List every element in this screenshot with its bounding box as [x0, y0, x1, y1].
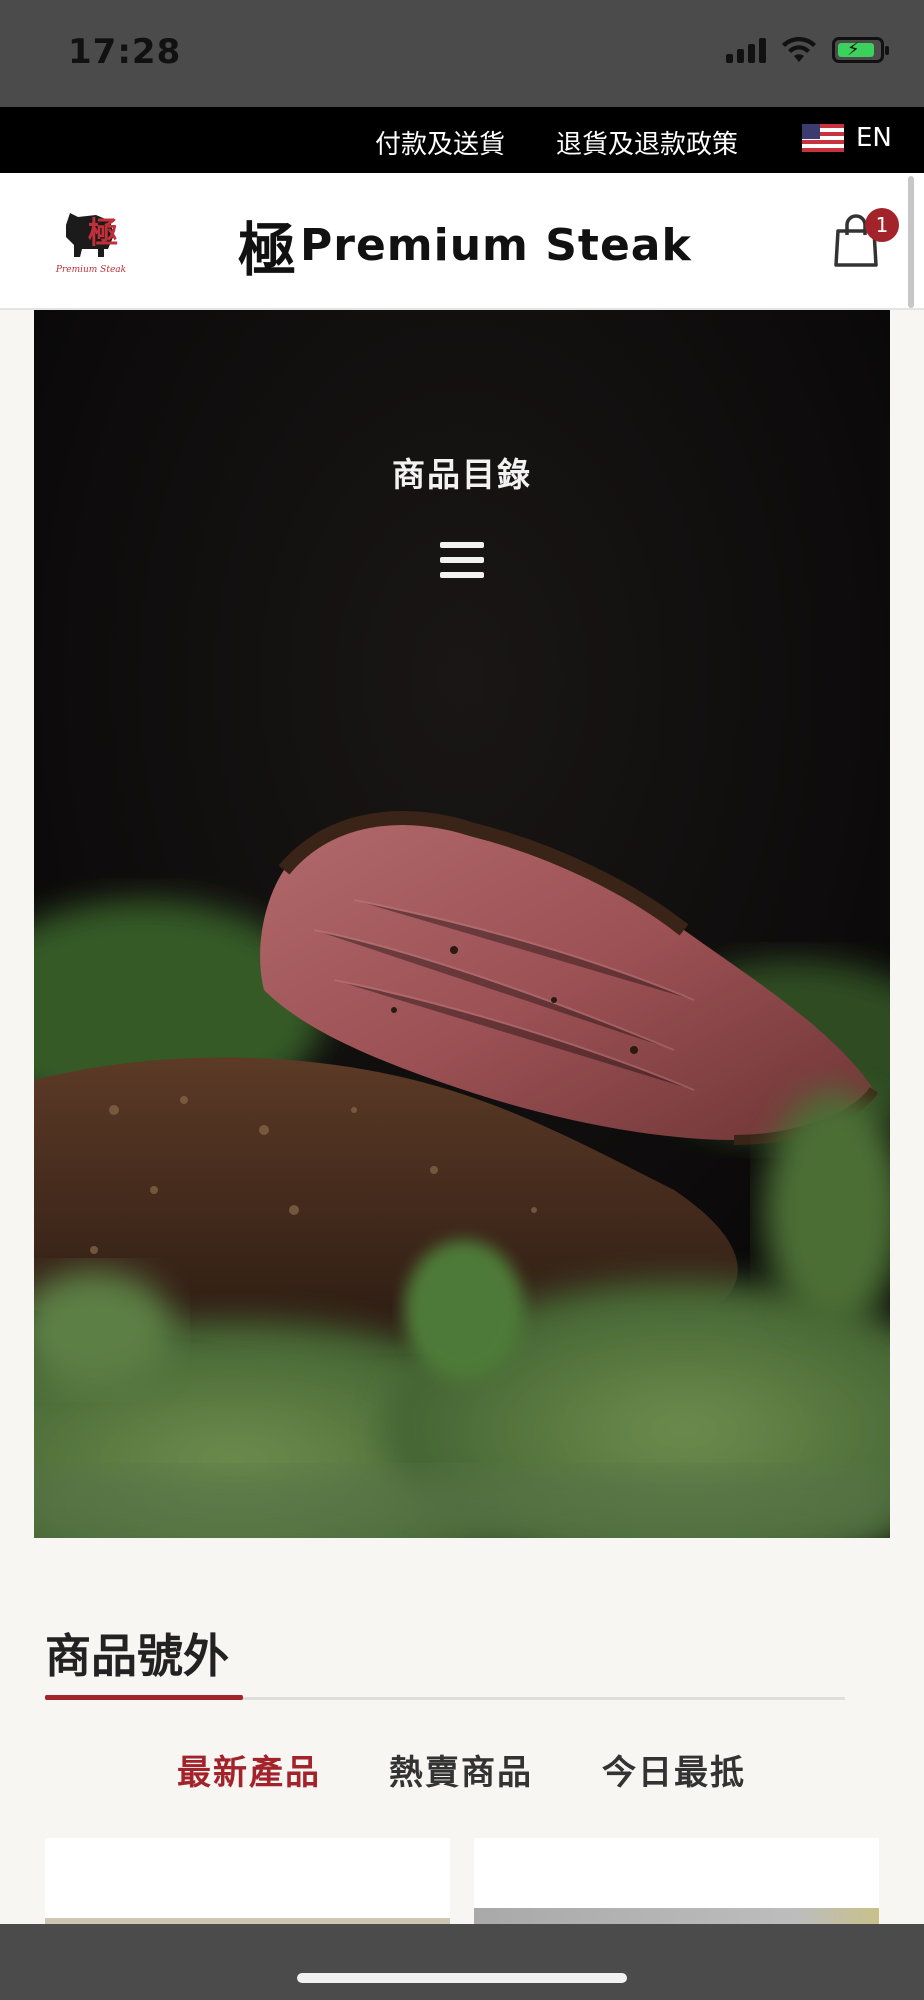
cart-count-badge: 1 [865, 208, 899, 242]
returns-policy-link[interactable]: 退貨及退款政策 [556, 124, 738, 161]
home-indicator-bar [0, 1924, 924, 2000]
brand-text: Premium Steak [300, 219, 692, 271]
language-switcher[interactable]: EN [802, 123, 892, 153]
status-time: 17:28 [68, 32, 182, 72]
top-links-bar: 付款及送貨 退貨及退款政策 EN [0, 107, 924, 173]
tab-daily-deals[interactable]: 今日最抵 [602, 1745, 746, 1794]
tab-hot-products[interactable]: 熱賣商品 [389, 1745, 533, 1794]
svg-text:Premium Steak: Premium Steak [55, 265, 126, 275]
payment-shipping-link[interactable]: 付款及送貨 [375, 124, 505, 161]
wifi-icon [782, 36, 816, 62]
cellular-signal-icon [726, 37, 766, 63]
battery-charging-icon: ⚡ [832, 37, 889, 63]
logo-icon[interactable]: 極 Premium Steak [48, 195, 134, 275]
home-indicator[interactable] [297, 1973, 627, 1983]
section-divider-accent [45, 1695, 243, 1700]
language-label: EN [856, 123, 892, 153]
status-bar: 17:28 ⚡ [0, 0, 924, 107]
tab-latest-products[interactable]: 最新產品 [177, 1745, 321, 1794]
page-scrollbar[interactable] [908, 176, 914, 308]
catalog-title: 商品目錄 [392, 455, 532, 494]
site-header: 極 Premium Steak 極 Premium Steak [0, 173, 924, 310]
product-tabs: 最新產品 熱賣商品 今日最抵 [0, 1745, 924, 1795]
brand-wordmark[interactable]: 極 Premium Steak [238, 203, 692, 287]
status-icons: ⚡ [726, 36, 889, 64]
brand-kanji: 極 [238, 216, 297, 284]
hamburger-menu-icon[interactable] [439, 540, 485, 580]
hero-banner: 商品目錄 [34, 310, 890, 1538]
us-flag-icon [802, 124, 844, 152]
svg-text:極: 極 [88, 216, 118, 251]
section-title: 商品號外 [45, 1629, 229, 1683]
